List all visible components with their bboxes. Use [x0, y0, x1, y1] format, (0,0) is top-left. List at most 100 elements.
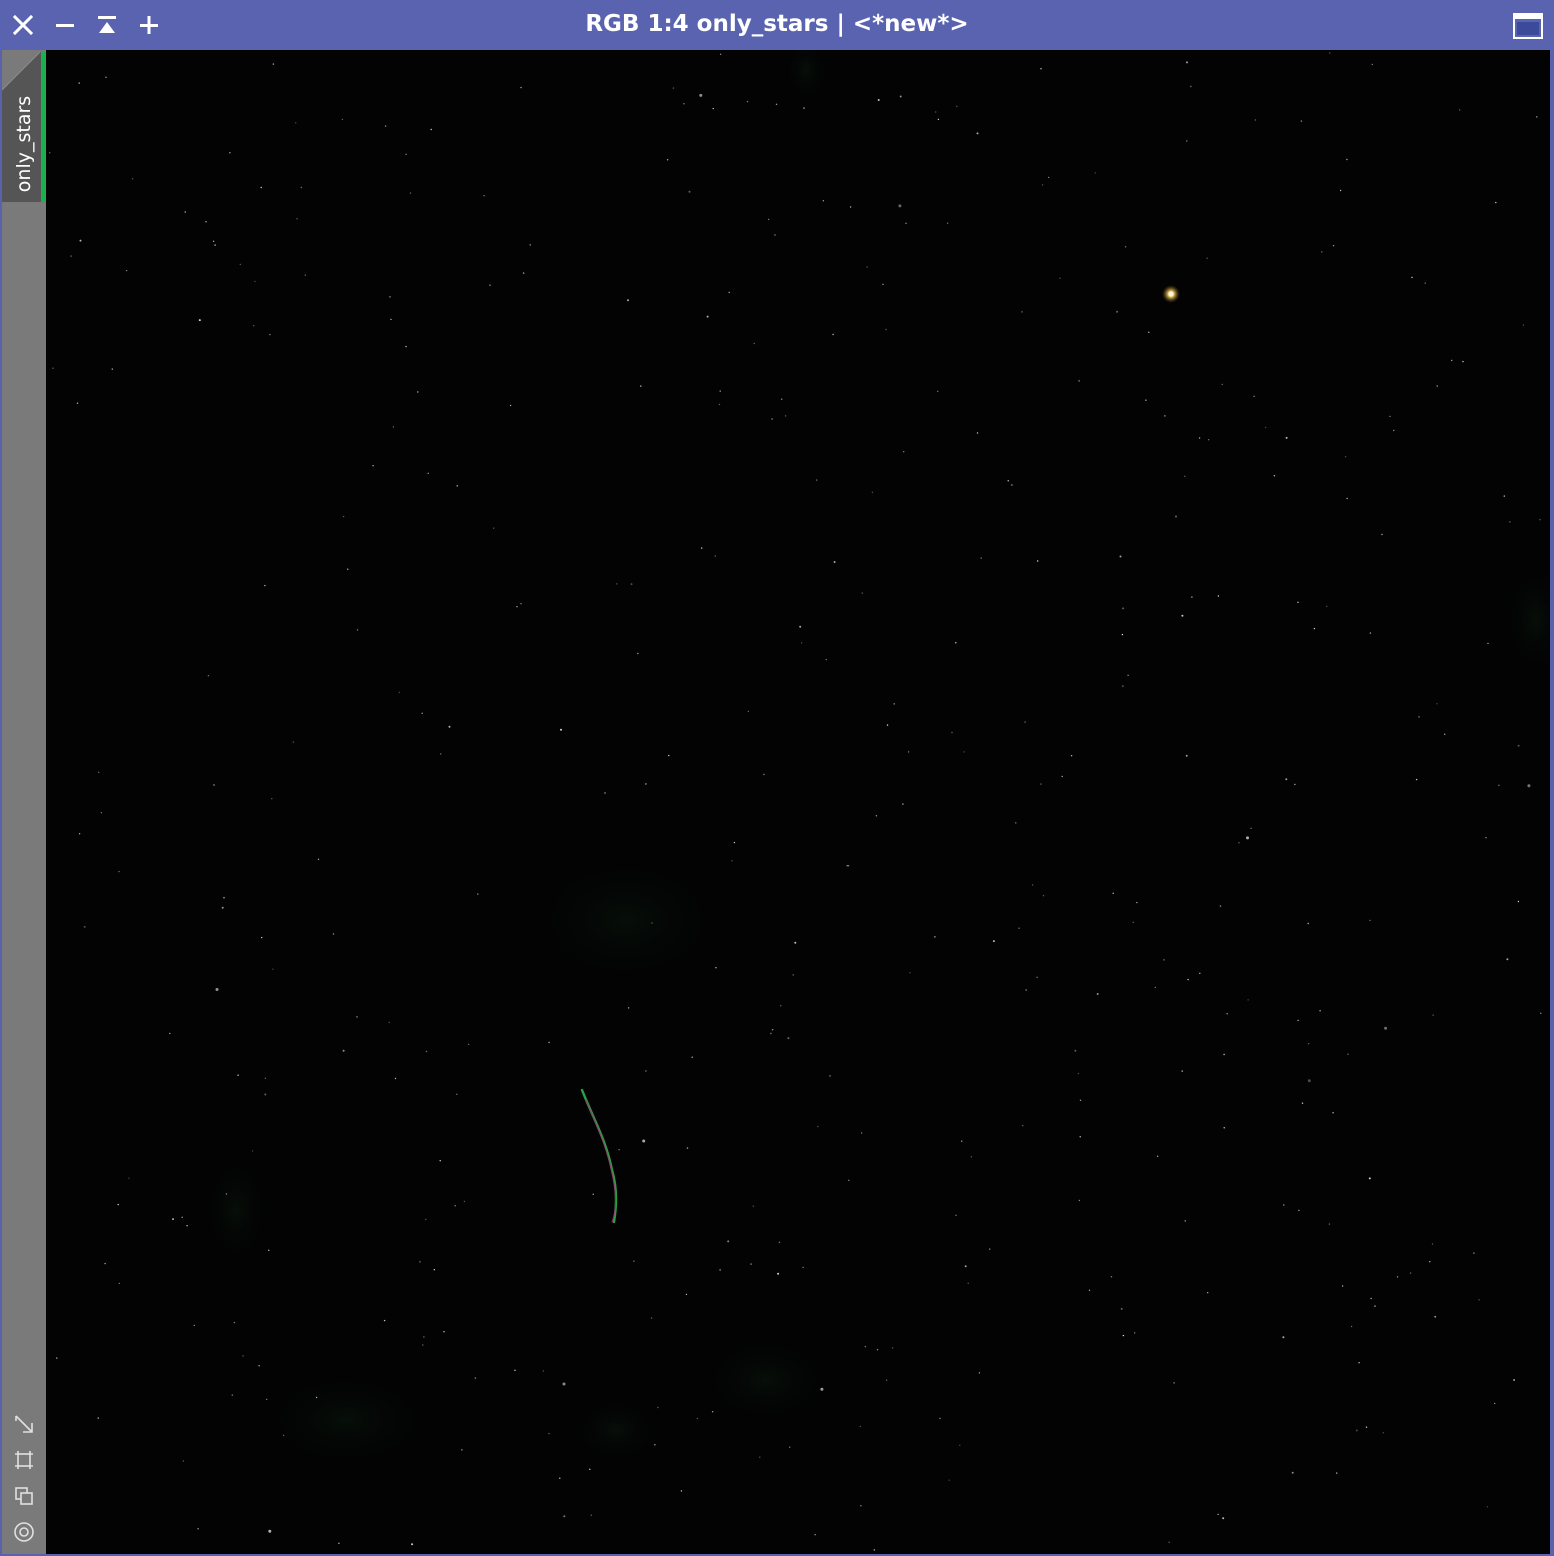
star [548, 1432, 550, 1435]
star [956, 105, 958, 107]
close-button[interactable] [7, 8, 39, 42]
star [642, 1139, 646, 1143]
star [685, 1293, 688, 1296]
star [777, 1272, 780, 1275]
shade-button[interactable] [91, 8, 123, 42]
restore-button[interactable] [1512, 10, 1544, 42]
star [860, 1132, 863, 1134]
star [650, 1317, 653, 1319]
star [214, 244, 216, 246]
star [394, 1077, 397, 1080]
star [992, 940, 995, 943]
star [1365, 1426, 1368, 1428]
star [1381, 533, 1383, 536]
star [1321, 251, 1323, 253]
star [341, 118, 344, 121]
star [637, 652, 639, 655]
star [1186, 61, 1188, 64]
star [1368, 1177, 1371, 1180]
star [1253, 395, 1255, 397]
star [1041, 184, 1044, 186]
star [433, 1269, 435, 1271]
star [789, 1446, 791, 1448]
star [423, 1336, 425, 1338]
star [1370, 1297, 1372, 1300]
minimize-icon [56, 24, 74, 27]
maximize-button[interactable] [133, 8, 165, 42]
star [254, 280, 256, 283]
star [1078, 380, 1080, 382]
clone-button[interactable] [2, 1478, 46, 1514]
star [342, 515, 345, 518]
fit-view-button[interactable] [2, 1442, 46, 1478]
star [1096, 993, 1099, 995]
star [1122, 685, 1124, 687]
star [592, 1193, 594, 1196]
star [264, 1093, 267, 1096]
star [747, 710, 749, 713]
star [181, 1216, 183, 1219]
star [633, 1260, 635, 1262]
star [182, 1460, 185, 1462]
star [1250, 827, 1252, 829]
star [1478, 1299, 1480, 1301]
star [1326, 605, 1328, 607]
star [1122, 607, 1125, 610]
star [1112, 892, 1114, 894]
star [1264, 426, 1267, 429]
star [1411, 276, 1413, 279]
star [1307, 1079, 1311, 1083]
star [1088, 1289, 1091, 1292]
star [859, 1425, 861, 1428]
star [427, 472, 429, 474]
star [668, 754, 670, 757]
star [961, 1140, 963, 1142]
star [405, 153, 407, 155]
image-canvas[interactable] [46, 50, 1550, 1554]
star [1539, 519, 1541, 521]
nebula-glow [786, 50, 826, 100]
resize-button[interactable] [2, 1406, 46, 1442]
star [1185, 754, 1188, 757]
star [1307, 922, 1309, 925]
minimize-button[interactable] [49, 8, 81, 42]
star [1382, 1432, 1385, 1434]
star [771, 418, 773, 420]
star [860, 1505, 862, 1507]
star [1336, 1472, 1338, 1474]
star [590, 1514, 592, 1516]
star [1486, 1506, 1489, 1508]
star [347, 568, 349, 570]
tab-corner-fold [2, 52, 41, 91]
view-tab-only-stars[interactable]: only_stars [2, 52, 46, 202]
star [907, 751, 910, 753]
star [1297, 1019, 1299, 1022]
star [233, 1321, 236, 1324]
star [706, 315, 709, 318]
star [980, 557, 982, 559]
star [893, 703, 895, 705]
target-button[interactable] [2, 1514, 46, 1550]
star [820, 1387, 824, 1391]
star [98, 771, 100, 773]
star [83, 925, 86, 928]
star [1522, 324, 1525, 326]
star [861, 592, 863, 594]
star [752, 1205, 755, 1207]
star [1396, 1276, 1399, 1278]
star [1037, 560, 1039, 562]
star [864, 1345, 866, 1348]
star [753, 342, 755, 345]
star [799, 625, 802, 628]
faint-green-glow-layer [206, 50, 1550, 1465]
star [948, 1479, 950, 1481]
star [1503, 495, 1506, 497]
star [937, 390, 939, 393]
star [489, 284, 491, 286]
nebula-glow [206, 1160, 266, 1260]
star [1094, 172, 1097, 174]
star [1298, 1209, 1300, 1212]
star [1527, 784, 1531, 788]
star [1485, 837, 1487, 839]
star [1223, 1053, 1225, 1056]
